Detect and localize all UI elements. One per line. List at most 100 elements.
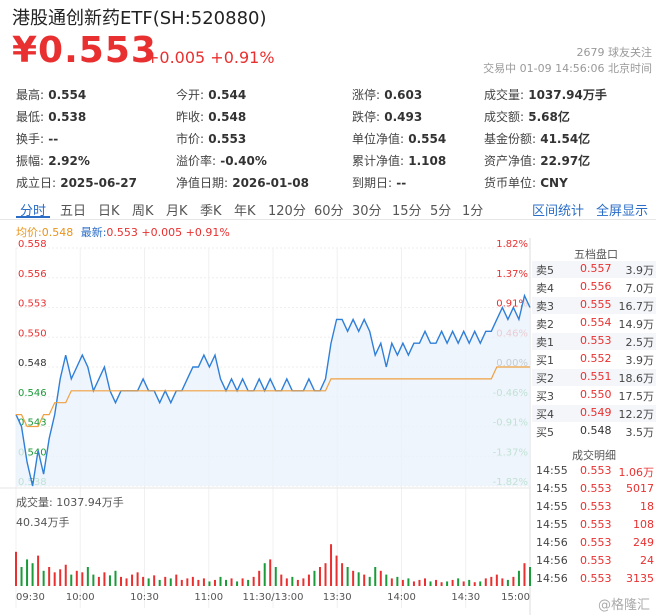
orderbook-row: 买5 0.548 3.5万 <box>536 424 654 439</box>
orderbook-row: 买1 0.552 3.9万 <box>536 352 654 367</box>
volume-bar-48 <box>280 574 283 586</box>
stat-8: 换手: -- <box>16 132 59 146</box>
x-tick-7: 14:30 <box>451 592 480 603</box>
x-tick-6: 14:00 <box>387 592 416 603</box>
volume-bar-65 <box>374 567 377 586</box>
orderbook-row: 卖2 0.554 14.9万 <box>536 316 654 331</box>
volume-bar-5 <box>42 570 45 586</box>
y-tick-left-4: 0.548 <box>18 358 47 369</box>
tab-0[interactable]: 分时 <box>20 200 46 219</box>
orderbook-row: 买2 0.551 18.6万 <box>536 370 654 385</box>
volume-bar-8 <box>59 569 62 586</box>
volume-bar-23 <box>142 576 145 586</box>
volume-bar-0 <box>15 551 17 586</box>
volume-bar-67 <box>385 574 388 586</box>
page-title: 港股通创新药ETF(SH:520880) <box>12 8 267 29</box>
tab-2[interactable]: 日K <box>98 200 120 219</box>
tab-8[interactable]: 60分 <box>314 200 344 219</box>
stats-link[interactable]: 区间统计 <box>532 200 584 219</box>
stat-7: 成交额: 5.68亿 <box>484 110 570 124</box>
volume-bar-47 <box>274 567 277 586</box>
tab-12[interactable]: 1分 <box>462 200 483 219</box>
fullscreen-link[interactable]: 全屏显示 <box>596 200 648 219</box>
volume-bar-20 <box>125 578 128 586</box>
volume-bar-89 <box>506 579 509 586</box>
volume-bar-36 <box>213 579 216 586</box>
volume-bar-52 <box>302 578 305 586</box>
volume-bar-7 <box>53 572 56 586</box>
tab-7[interactable]: 120分 <box>268 200 306 219</box>
volume-bar-77 <box>440 582 443 586</box>
stat-12: 振幅: 2.92% <box>16 154 90 168</box>
x-tick-0: 09:30 <box>16 592 45 603</box>
volume-bar-58 <box>335 555 338 586</box>
x-tick-4: 11:30/13:00 <box>242 592 303 603</box>
volume-bar-12 <box>81 572 84 586</box>
orderbook-row: 卖1 0.553 2.5万 <box>536 334 654 349</box>
volume-bar-90 <box>512 576 515 586</box>
volume-bar-71 <box>407 578 410 586</box>
chart-tabs: 分时 五日 日K 周K 月K 季K 年K 120分 60分 30分 15分 5分 1分 区间统计 全屏显示 <box>0 194 656 220</box>
volume-bar-87 <box>495 574 498 586</box>
watermark: @格隆汇 <box>597 598 650 613</box>
volume-bar-2 <box>26 559 29 586</box>
volume-bar-13 <box>86 567 89 586</box>
volume-bar-10 <box>70 574 73 586</box>
volume-bar-17 <box>108 575 111 586</box>
volume-bar-19 <box>120 576 123 586</box>
trade-row: 14:55 0.553 5017 <box>536 482 654 495</box>
orderbook-row: 卖4 0.556 7.0万 <box>536 280 654 295</box>
y-tick-left-3: 0.550 <box>18 328 47 339</box>
volume-bar-66 <box>379 570 382 586</box>
volume-bar-37 <box>219 576 222 586</box>
volume-bar-59 <box>341 563 344 586</box>
volume-bar-4 <box>37 555 40 586</box>
volume-bar-43 <box>252 576 255 586</box>
stat-15: 资产净值: 22.97亿 <box>484 154 591 168</box>
volume-bar-32 <box>191 576 194 586</box>
tab-4[interactable]: 月K <box>166 200 188 219</box>
stat-6: 跌停: 0.493 <box>352 110 423 124</box>
volume-bar-75 <box>429 581 432 586</box>
orderbook-title: 五档盘口 <box>574 248 618 261</box>
volume-bar-1 <box>20 567 23 586</box>
volume-bar-41 <box>241 578 244 586</box>
trades-title: 成交明细 <box>572 449 616 462</box>
tab-1[interactable]: 五日 <box>60 200 86 219</box>
volume-bar-33 <box>197 579 200 586</box>
stat-4: 最低: 0.538 <box>16 110 87 124</box>
tab-10[interactable]: 15分 <box>392 200 422 219</box>
stat-17: 净值日期: 2026-01-08 <box>176 176 309 190</box>
volume-bar-38 <box>225 579 228 586</box>
tab-5[interactable]: 季K <box>200 200 222 219</box>
volume-bar-9 <box>64 564 67 586</box>
orderbook-row: 卖5 0.557 3.9万 <box>536 262 654 277</box>
volume-bar-50 <box>291 576 294 586</box>
trade-row: 14:55 0.553 18 <box>536 500 654 513</box>
y-tick-right-0: 1.82% <box>496 239 528 250</box>
stat-19: 货币单位: CNY <box>484 176 568 190</box>
volume-bar-57 <box>330 544 333 586</box>
tab-11[interactable]: 5分 <box>430 200 451 219</box>
orderbook-row: 卖3 0.555 16.7万 <box>536 298 654 313</box>
volume-bar-79 <box>451 579 454 586</box>
volume-bar-88 <box>501 578 504 586</box>
stat-1: 今开: 0.544 <box>176 88 247 102</box>
x-tick-2: 10:30 <box>130 592 159 603</box>
volume-bar-30 <box>180 579 183 586</box>
volume-bar-63 <box>363 574 366 586</box>
volume-bar-86 <box>490 576 493 586</box>
volume-bar-80 <box>457 578 460 586</box>
tab-3[interactable]: 周K <box>132 200 154 219</box>
stat-13: 溢价率: -0.40% <box>176 154 267 168</box>
stat-5: 昨收: 0.548 <box>176 110 247 124</box>
tab-6[interactable]: 年K <box>234 200 256 219</box>
volume-bar-56 <box>324 563 327 586</box>
volume-bar-81 <box>462 581 465 586</box>
y-tick-left-0: 0.558 <box>18 239 47 250</box>
tab-9[interactable]: 30分 <box>352 200 382 219</box>
volume-bar-40 <box>236 581 239 586</box>
volume-bar-69 <box>396 576 399 586</box>
orderbook-row: 买3 0.550 17.5万 <box>536 388 654 403</box>
volume-bar-64 <box>368 576 371 586</box>
